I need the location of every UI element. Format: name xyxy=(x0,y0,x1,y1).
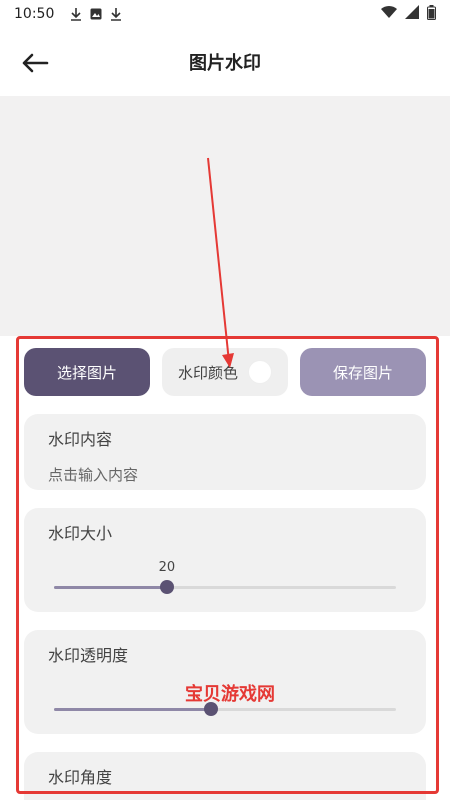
signal-icon xyxy=(405,5,419,23)
wifi-icon xyxy=(381,5,397,23)
download-icon xyxy=(70,7,82,21)
overlay-watermark-text: 宝贝游戏网 xyxy=(185,684,275,705)
app-bar: 图片水印 xyxy=(0,28,450,96)
download-icon-2 xyxy=(110,7,122,21)
image-icon xyxy=(90,7,102,21)
image-preview[interactable] xyxy=(0,96,450,336)
battery-icon xyxy=(427,4,436,24)
highlight-frame xyxy=(16,336,439,794)
status-bar: 10:50 xyxy=(0,0,450,28)
status-time: 10:50 xyxy=(14,6,55,22)
back-button[interactable] xyxy=(18,46,52,80)
arrow-left-icon xyxy=(22,53,49,73)
page-title: 图片水印 xyxy=(189,53,261,74)
